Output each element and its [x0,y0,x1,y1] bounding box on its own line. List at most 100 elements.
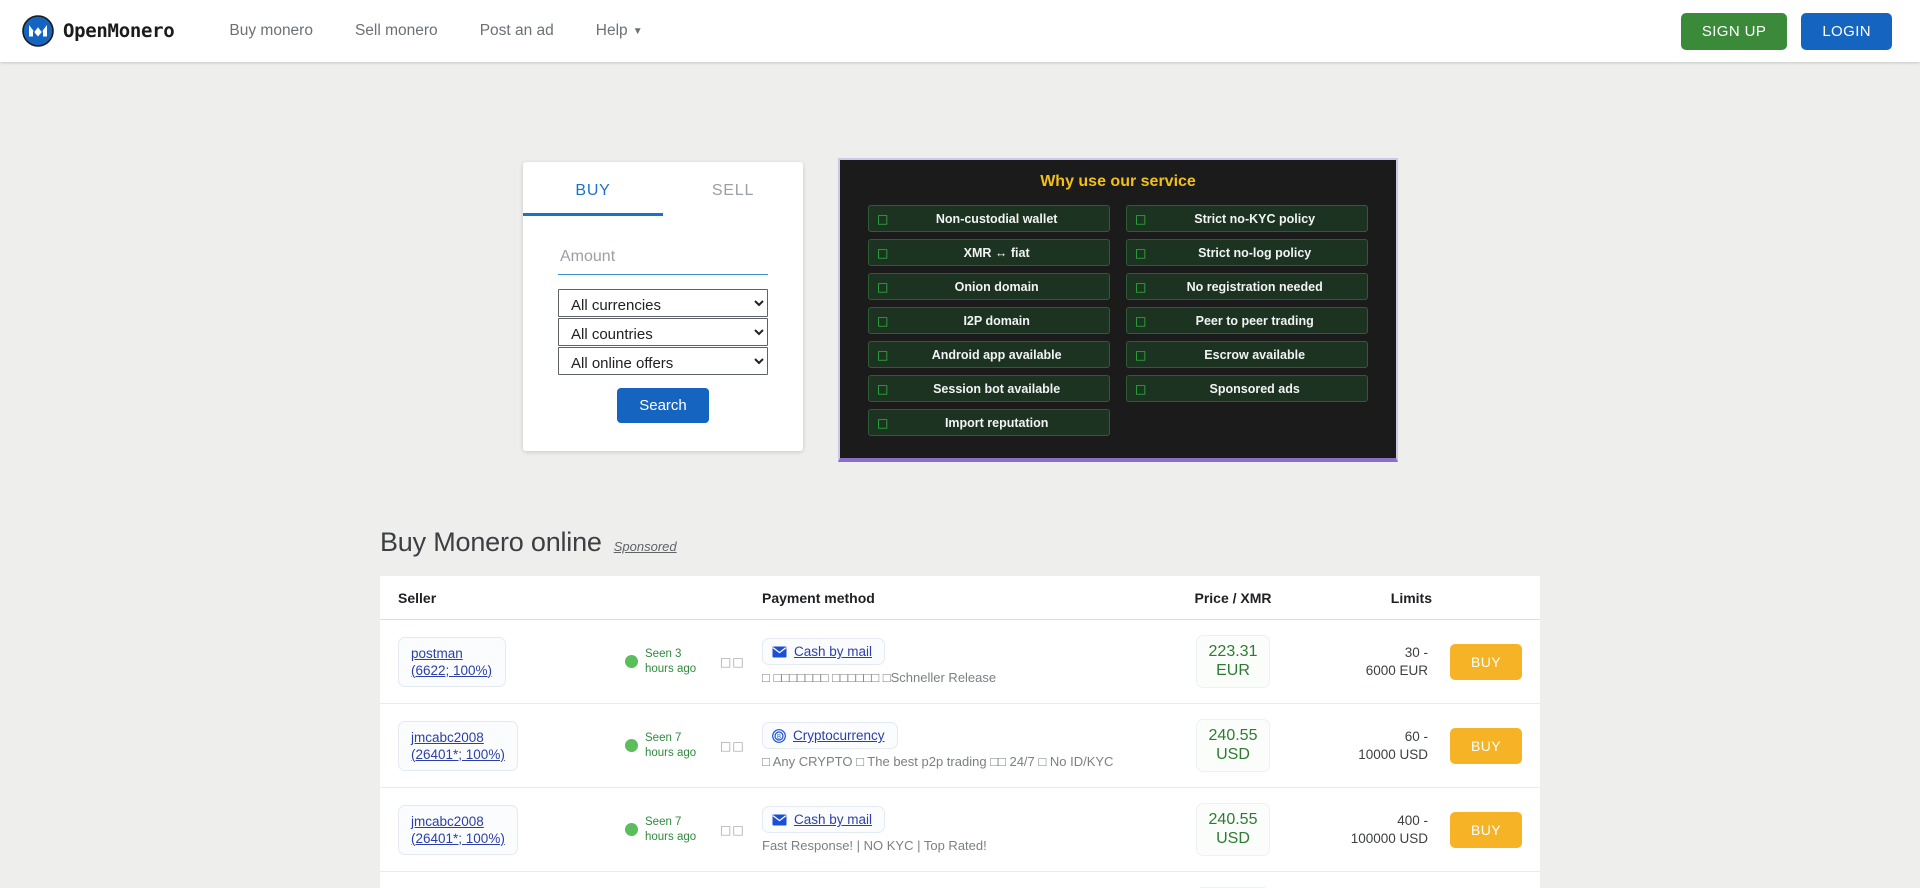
bitcoin-icon: B [772,728,786,743]
feature-pill: □ Strict no-KYC policy [1126,205,1368,232]
seller-stats[interactable]: (6622; 100%) [411,663,493,678]
check-glyph-icon: □ [877,279,889,294]
price-badge: 240.55 USD [1196,802,1270,857]
limit-min: 400 - [1397,812,1428,828]
amount-input[interactable] [558,242,768,275]
payment-method-name[interactable]: Cash by mail [794,812,872,827]
flag-icon: □□ [720,654,745,669]
action-cell: BUY [1432,872,1540,888]
seller-badge[interactable]: jmcabc2008 (26401*; 100%) [398,720,518,771]
price-cell: 240.55 USD [1179,704,1287,787]
check-glyph-icon: □ [1135,347,1147,362]
active-tab-indicator [523,213,663,216]
brand-link[interactable]: OpenMonero [22,15,175,47]
svg-text:B: B [777,734,781,740]
country-select[interactable]: All countries [558,318,768,346]
payment-method-name[interactable]: Cash by mail [794,644,872,659]
filter-selects: All currencies All countries All online … [558,289,768,375]
last-seen-text: Seen 3 hours ago [645,648,697,675]
offers-table: Seller Payment method Price / XMR Limits… [380,576,1540,888]
price-value: 240.55 [1208,726,1258,744]
feature-pill: □ Sponsored ads [1126,375,1368,402]
table-row: XpressExchange (3; 100%) Seen 6 hours ag… [380,872,1540,888]
buy-button[interactable]: BUY [1450,727,1522,764]
why-panel-title: Why use our service [1040,173,1196,190]
currency-select[interactable]: All currencies [558,289,768,317]
seller-badge[interactable]: postman (6622; 100%) [398,636,506,687]
check-glyph-icon: □ [877,415,889,430]
payment-method-cell: Cash by mail □ □□□□□□□ □□□□□□ □Schneller… [762,620,1179,703]
limits-cell: 60 - 10000 USD [1287,704,1432,787]
sponsored-label[interactable]: Sponsored [614,539,677,554]
tab-buy[interactable]: BUY [523,162,663,216]
nav-item-buy-monero[interactable]: Buy monero [208,14,334,48]
seller-badge[interactable]: jmcabc2008 (26401*; 100%) [398,804,518,855]
primary-nav: Buy monero Sell monero Post an ad Help ▼ [208,14,663,48]
search-button[interactable]: Search [617,388,709,423]
price-cell: 223.31 EUR [1179,620,1287,703]
check-glyph-icon: □ [877,211,889,226]
nav-item-post-an-ad[interactable]: Post an ad [459,14,575,48]
last-seen-cell: Seen 3 hours ago [625,620,720,703]
check-glyph-icon: □ [1135,313,1147,328]
payment-method-chip[interactable]: B Cryptocurrency [762,722,898,749]
action-cell: BUY [1432,788,1540,871]
chevron-down-icon: ▼ [632,26,643,37]
payment-method-chip[interactable]: Cash by mail [762,806,886,833]
feature-label: Peer to peer trading [1195,313,1314,328]
login-button[interactable]: LOGIN [1801,12,1892,50]
buy-button[interactable]: BUY [1450,643,1522,680]
seller-stats[interactable]: (26401*; 100%) [411,831,505,846]
check-glyph-icon: □ [1135,245,1147,260]
column-header-payment-method: Payment method [762,590,875,606]
envelope-icon [772,646,787,657]
seller-name[interactable]: jmcabc2008 [411,814,505,829]
limits-cell: 20 - 350 USD [1287,872,1432,888]
limit-min: 30 - [1404,644,1428,660]
payment-method-description: □ □□□□□□□ □□□□□□ □Schneller Release [762,670,997,685]
nav-item-help[interactable]: Help ▼ [575,14,664,48]
check-glyph-icon: □ [1135,381,1147,396]
seller-cell: postman (6622; 100%) [380,620,625,703]
feature-pill: □ Onion domain [868,273,1110,300]
tab-sell[interactable]: SELL [663,162,803,216]
price-currency: EUR [1216,661,1250,679]
country-flags-cell [720,872,762,888]
limits-text: 400 - 100000 USD [1351,812,1428,847]
column-header-action [1432,576,1540,619]
buy-button[interactable]: BUY [1450,811,1522,848]
price-value: 223.31 [1208,642,1258,660]
feature-pill: □ Android app available [868,341,1110,368]
last-seen-cell: Seen 7 hours ago [625,704,720,787]
sign-up-button[interactable]: SIGN UP [1680,12,1788,50]
last-seen-cell: Seen 6 hours ago [625,872,720,888]
check-glyph-icon: □ [1135,279,1147,294]
seller-name[interactable]: jmcabc2008 [411,730,505,745]
nav-item-sell-monero[interactable]: Sell monero [334,14,459,48]
offers-section: Buy Monero online Sponsored Seller Payme… [380,527,1540,888]
payment-method-chip[interactable]: Cash by mail [762,638,886,665]
offer-type-select[interactable]: All online offers [558,347,768,375]
top-navbar: OpenMonero Buy monero Sell monero Post a… [0,0,1920,62]
feature-pill: □ I2P domain [868,307,1110,334]
table-row: jmcabc2008 (26401*; 100%) Seen 7 hours a… [380,704,1540,788]
action-cell: BUY [1432,620,1540,703]
seller-stats[interactable]: (26401*; 100%) [411,747,505,762]
price-currency: USD [1216,829,1250,847]
payment-method-cell: B Cryptocurrency □ Any CRYPTO □ The best… [762,704,1179,787]
table-header-row: Seller Payment method Price / XMR Limits [380,576,1540,620]
seller-name[interactable]: postman [411,646,493,661]
feature-label: Escrow available [1204,347,1306,362]
nav-actions: SIGN UP LOGIN [1680,12,1892,50]
payment-method-name[interactable]: Cryptocurrency [793,728,885,743]
feature-label: Sponsored ads [1209,381,1300,396]
table-row: postman (6622; 100%) Seen 3 hours ago □□ [380,620,1540,704]
feature-pill: □ Peer to peer trading [1126,307,1368,334]
column-header-limits: Limits [1390,590,1432,606]
offer-search-card: BUY SELL All currencies All countries Al… [523,162,803,451]
feature-pill: □ Import reputation [868,409,1110,436]
feature-label: Strict no-KYC policy [1194,211,1316,226]
feature-label: Import reputation [944,415,1049,430]
online-status-icon [625,655,638,668]
limit-max: 10000 USD [1358,746,1428,762]
